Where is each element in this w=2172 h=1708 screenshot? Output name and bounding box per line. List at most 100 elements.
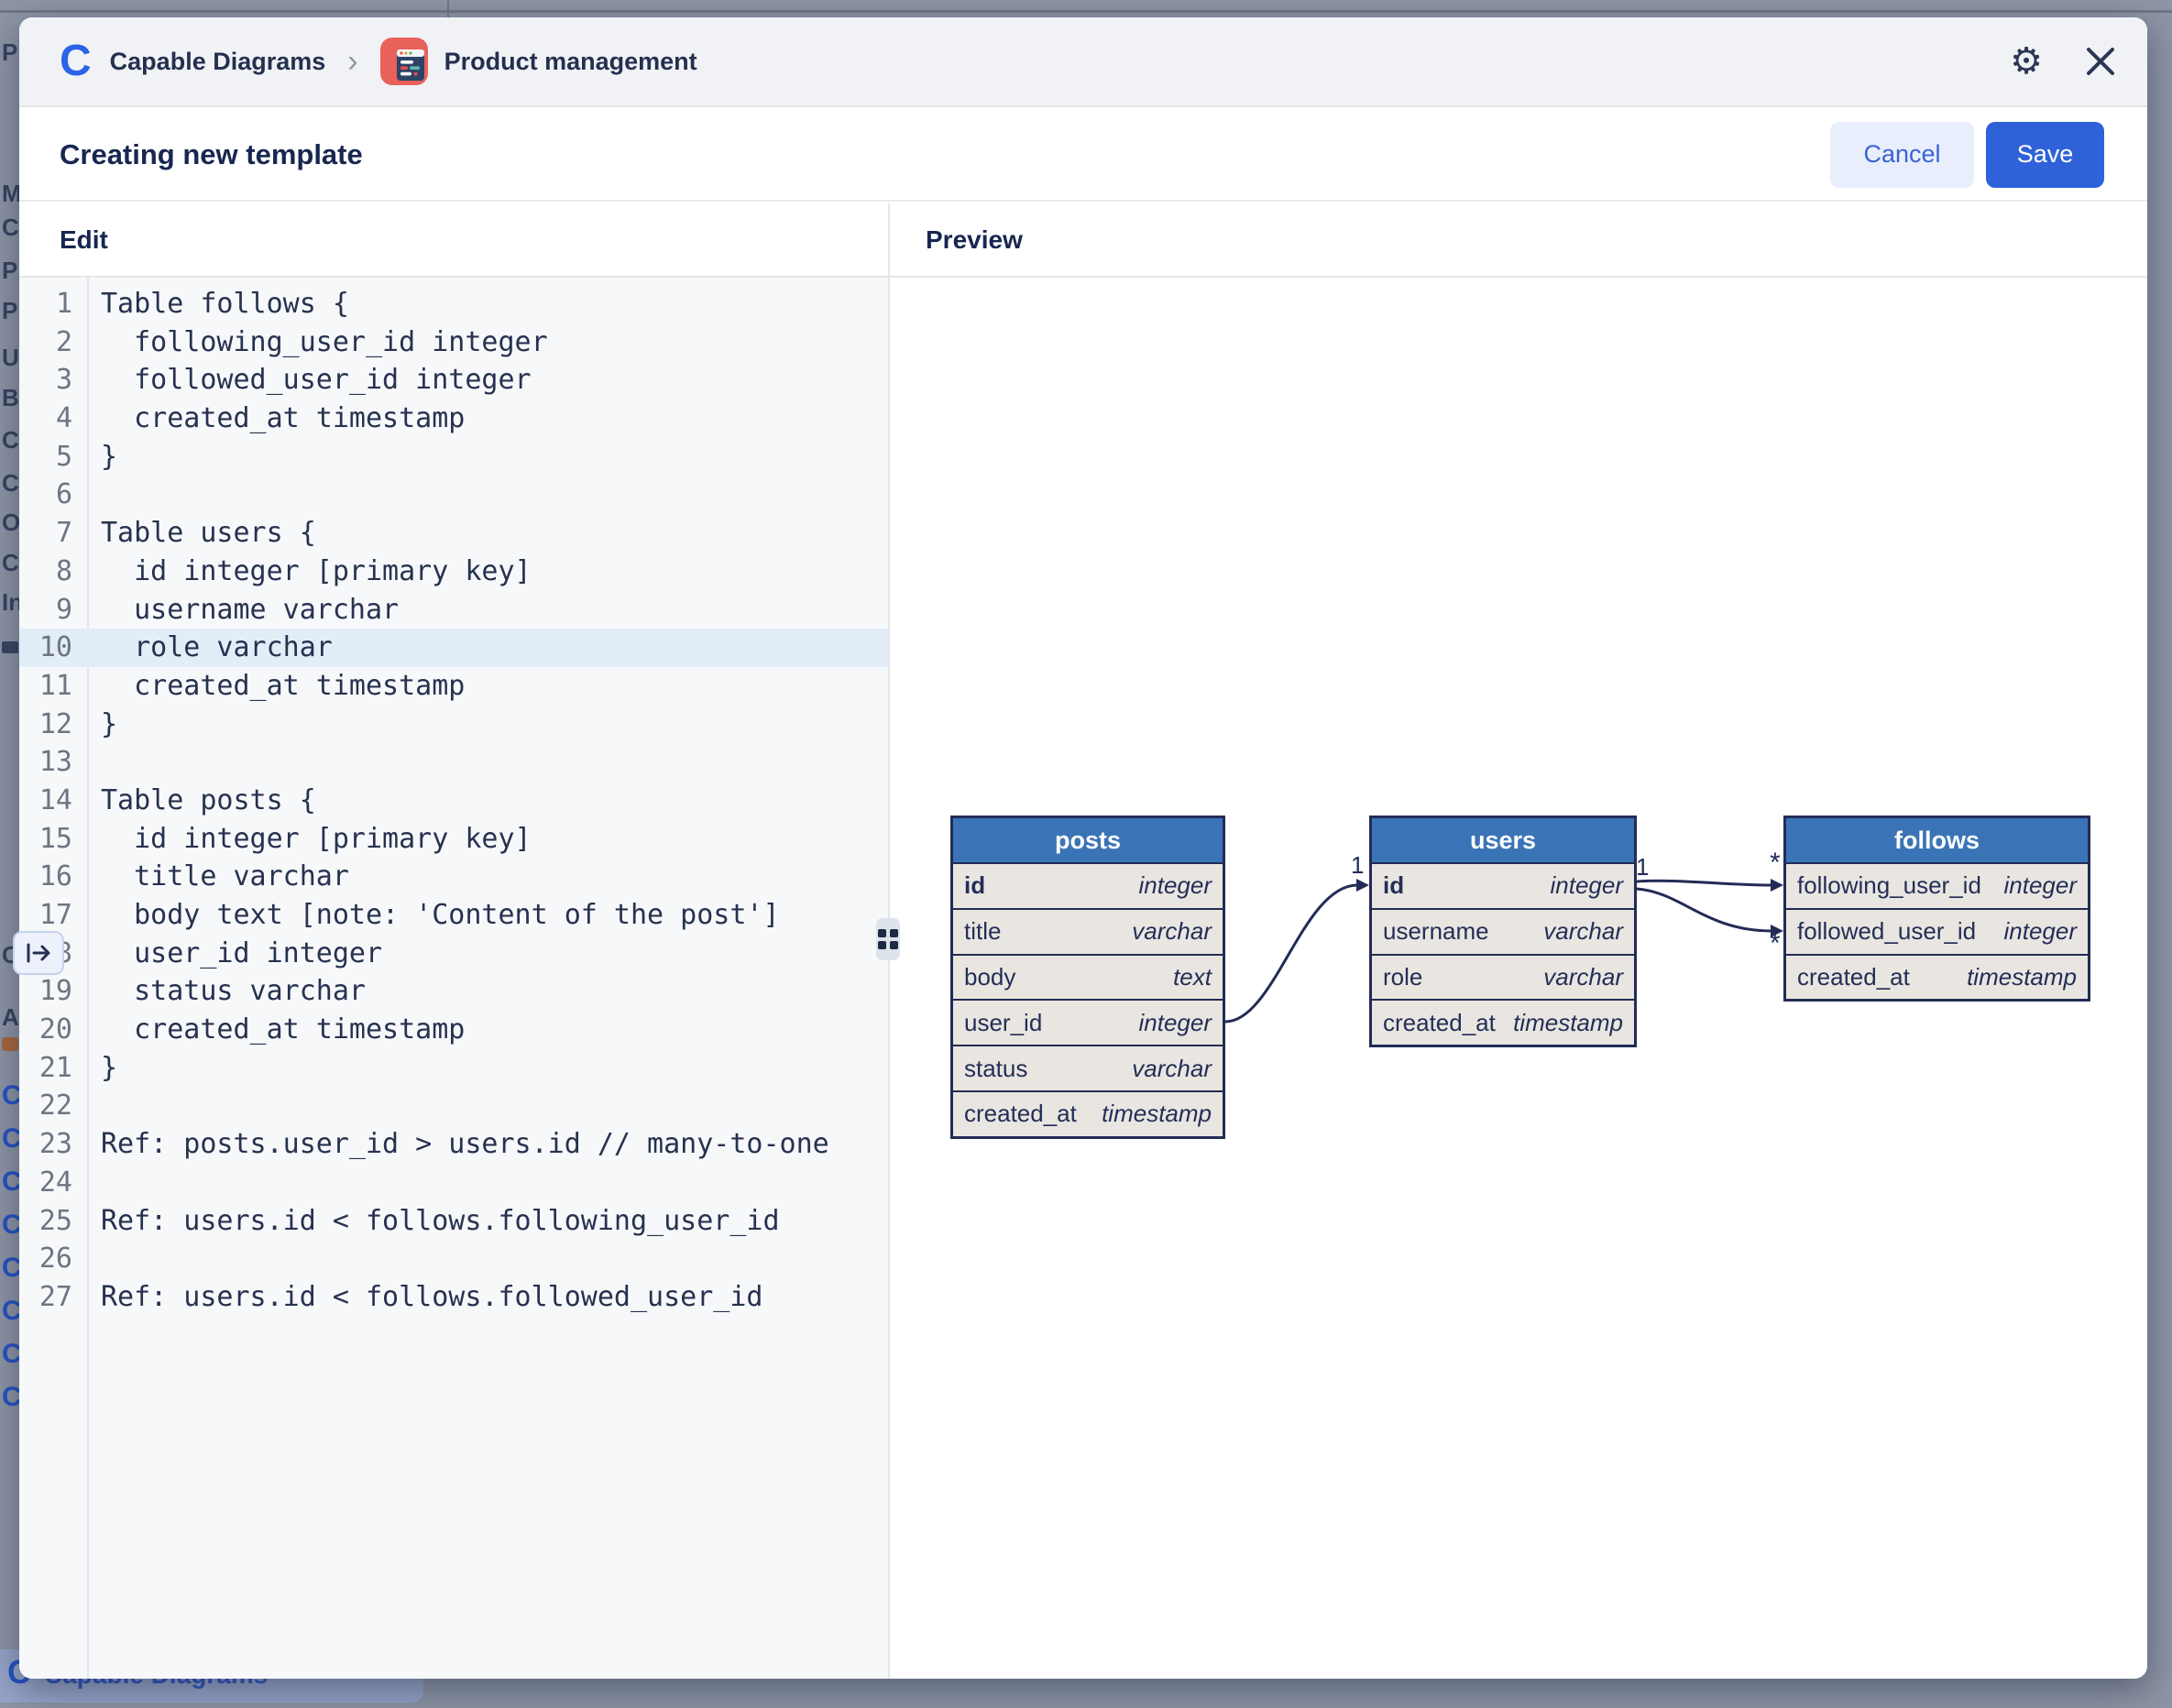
code-text: status varchar bbox=[72, 972, 366, 1011]
arrowhead bbox=[1356, 879, 1369, 892]
line-number: 14 bbox=[19, 782, 72, 820]
background-window-edge bbox=[0, 10, 2172, 13]
line-number: 16 bbox=[19, 858, 72, 896]
save-button[interactable]: Save bbox=[1986, 122, 2104, 188]
db-table-posts[interactable]: postsidintegertitlevarcharbodytextuser_i… bbox=[950, 816, 1225, 1139]
code-line: 4 created_at timestamp bbox=[19, 400, 888, 438]
code-text: id integer [primary key] bbox=[72, 820, 532, 859]
line-number: 11 bbox=[19, 667, 72, 706]
code-text bbox=[72, 743, 101, 782]
code-text: followed_user_id integer bbox=[72, 361, 532, 400]
code-line: 1Table follows { bbox=[19, 285, 888, 323]
cardinality-label: * bbox=[1770, 848, 1781, 878]
db-table-users[interactable]: usersidintegerusernamevarcharrolevarchar… bbox=[1369, 816, 1637, 1047]
line-number: 2 bbox=[19, 323, 72, 362]
modal-title-row: Creating new template Cancel Save bbox=[19, 109, 2147, 202]
settings-button[interactable]: ⚙ bbox=[2010, 43, 2085, 80]
code-line: 5} bbox=[19, 438, 888, 476]
field-name: id bbox=[1383, 871, 1404, 900]
chevron-right-icon: › bbox=[347, 46, 357, 77]
field-name: title bbox=[964, 917, 1001, 946]
code-text: id integer [primary key] bbox=[72, 553, 532, 591]
line-number: 8 bbox=[19, 553, 72, 591]
field-type: varchar bbox=[1543, 917, 1623, 946]
diagram-preview-canvas[interactable]: *111** postsidintegertitlevarcharbodytex… bbox=[890, 278, 2147, 1679]
field-name: user_id bbox=[964, 1009, 1042, 1037]
line-number: 6 bbox=[19, 476, 72, 514]
code-text bbox=[72, 1087, 101, 1125]
background-left-strip: PrMClPrPrUIByCaCaOuClInCrAFCCCCCCCC bbox=[0, 0, 19, 1708]
code-text bbox=[72, 476, 101, 514]
field-name: created_at bbox=[1383, 1009, 1496, 1037]
panel-headers: Edit Preview bbox=[19, 203, 2147, 278]
table-row: usernamevarchar bbox=[1372, 908, 1634, 954]
code-text: user_id integer bbox=[72, 935, 382, 973]
db-table-follows[interactable]: followsfollowing_user_idintegerfollowed_… bbox=[1783, 816, 2090, 1002]
table-row: rolevarchar bbox=[1372, 954, 1634, 1000]
gear-icon: ⚙ bbox=[2010, 43, 2043, 80]
line-number: 1 bbox=[19, 285, 72, 323]
code-line: 16 title varchar bbox=[19, 858, 888, 896]
arrowhead bbox=[1771, 925, 1783, 937]
code-line: 19 status varchar bbox=[19, 972, 888, 1011]
close-button[interactable] bbox=[2085, 46, 2116, 77]
code-text: } bbox=[72, 1049, 117, 1088]
code-text: following_user_id integer bbox=[72, 323, 548, 362]
field-name: following_user_id bbox=[1797, 871, 1981, 900]
field-type: integer bbox=[1139, 871, 1212, 900]
expand-sidebar-button[interactable] bbox=[13, 931, 64, 975]
breadcrumb-app-name[interactable]: Capable Diagrams bbox=[110, 48, 326, 76]
code-text: title varchar bbox=[72, 858, 349, 896]
field-type: integer bbox=[1139, 1009, 1212, 1037]
code-line: 8 id integer [primary key] bbox=[19, 553, 888, 591]
code-text bbox=[72, 1240, 101, 1278]
table-row: user_id integer bbox=[953, 999, 1223, 1045]
arrowhead bbox=[1771, 879, 1783, 892]
code-line: 24 bbox=[19, 1164, 888, 1202]
line-number: 4 bbox=[19, 400, 72, 438]
table-header: users bbox=[1372, 818, 1634, 862]
field-type: integer bbox=[2004, 871, 2078, 900]
background-panel-divider bbox=[447, 0, 449, 17]
preview-panel-label: Preview bbox=[926, 225, 1023, 255]
code-text: body text [note: 'Content of the post'] bbox=[72, 896, 780, 935]
code-line: 2 following_user_id integer bbox=[19, 323, 888, 362]
code-text: username varchar bbox=[72, 591, 399, 630]
cancel-button[interactable]: Cancel bbox=[1830, 122, 1974, 188]
cardinality-label: 1 bbox=[1351, 851, 1364, 879]
code-text: Table users { bbox=[72, 514, 316, 553]
code-text: role varchar bbox=[72, 629, 333, 667]
pane-resize-handle[interactable] bbox=[876, 918, 900, 960]
line-number: 9 bbox=[19, 591, 72, 630]
line-number: 15 bbox=[19, 820, 72, 859]
line-number: 19 bbox=[19, 972, 72, 1011]
capable-diagrams-logo: C bbox=[60, 39, 92, 83]
code-text: created_at timestamp bbox=[72, 400, 465, 438]
code-line: 10 role varchar bbox=[19, 629, 888, 667]
field-name: body bbox=[964, 963, 1015, 991]
line-number: 20 bbox=[19, 1011, 72, 1049]
field-type: varchar bbox=[1132, 917, 1212, 946]
code-text: created_at timestamp bbox=[72, 667, 465, 706]
cardinality-label: * bbox=[1770, 928, 1781, 958]
edit-panel-label: Edit bbox=[60, 225, 108, 255]
field-type: timestamp bbox=[1102, 1100, 1212, 1128]
table-row: bodytext bbox=[953, 954, 1223, 1000]
code-line: 25Ref: users.id < follows.following_user… bbox=[19, 1202, 888, 1241]
breadcrumb: C Capable Diagrams › Product management … bbox=[19, 17, 2147, 107]
connector-users-id-to-follows-followed_user_id bbox=[1637, 889, 1772, 931]
code-line: 17 body text [note: 'Content of the post… bbox=[19, 896, 888, 935]
line-number: 7 bbox=[19, 514, 72, 553]
field-name: status bbox=[964, 1055, 1027, 1083]
line-number: 22 bbox=[19, 1087, 72, 1125]
code-text: Ref: users.id < follows.followed_user_id bbox=[72, 1278, 762, 1317]
code-line: 23Ref: posts.user_id > users.id // many-… bbox=[19, 1125, 888, 1164]
line-number: 27 bbox=[19, 1278, 72, 1317]
code-editor[interactable]: 1Table follows {2 following_user_id inte… bbox=[19, 278, 888, 1679]
code-line: 18 user_id integer bbox=[19, 935, 888, 973]
code-line: 7Table users { bbox=[19, 514, 888, 553]
breadcrumb-page-name: Product management bbox=[444, 48, 697, 76]
code-line: 11 created_at timestamp bbox=[19, 667, 888, 706]
code-text: } bbox=[72, 706, 117, 744]
field-name: id bbox=[964, 871, 985, 900]
